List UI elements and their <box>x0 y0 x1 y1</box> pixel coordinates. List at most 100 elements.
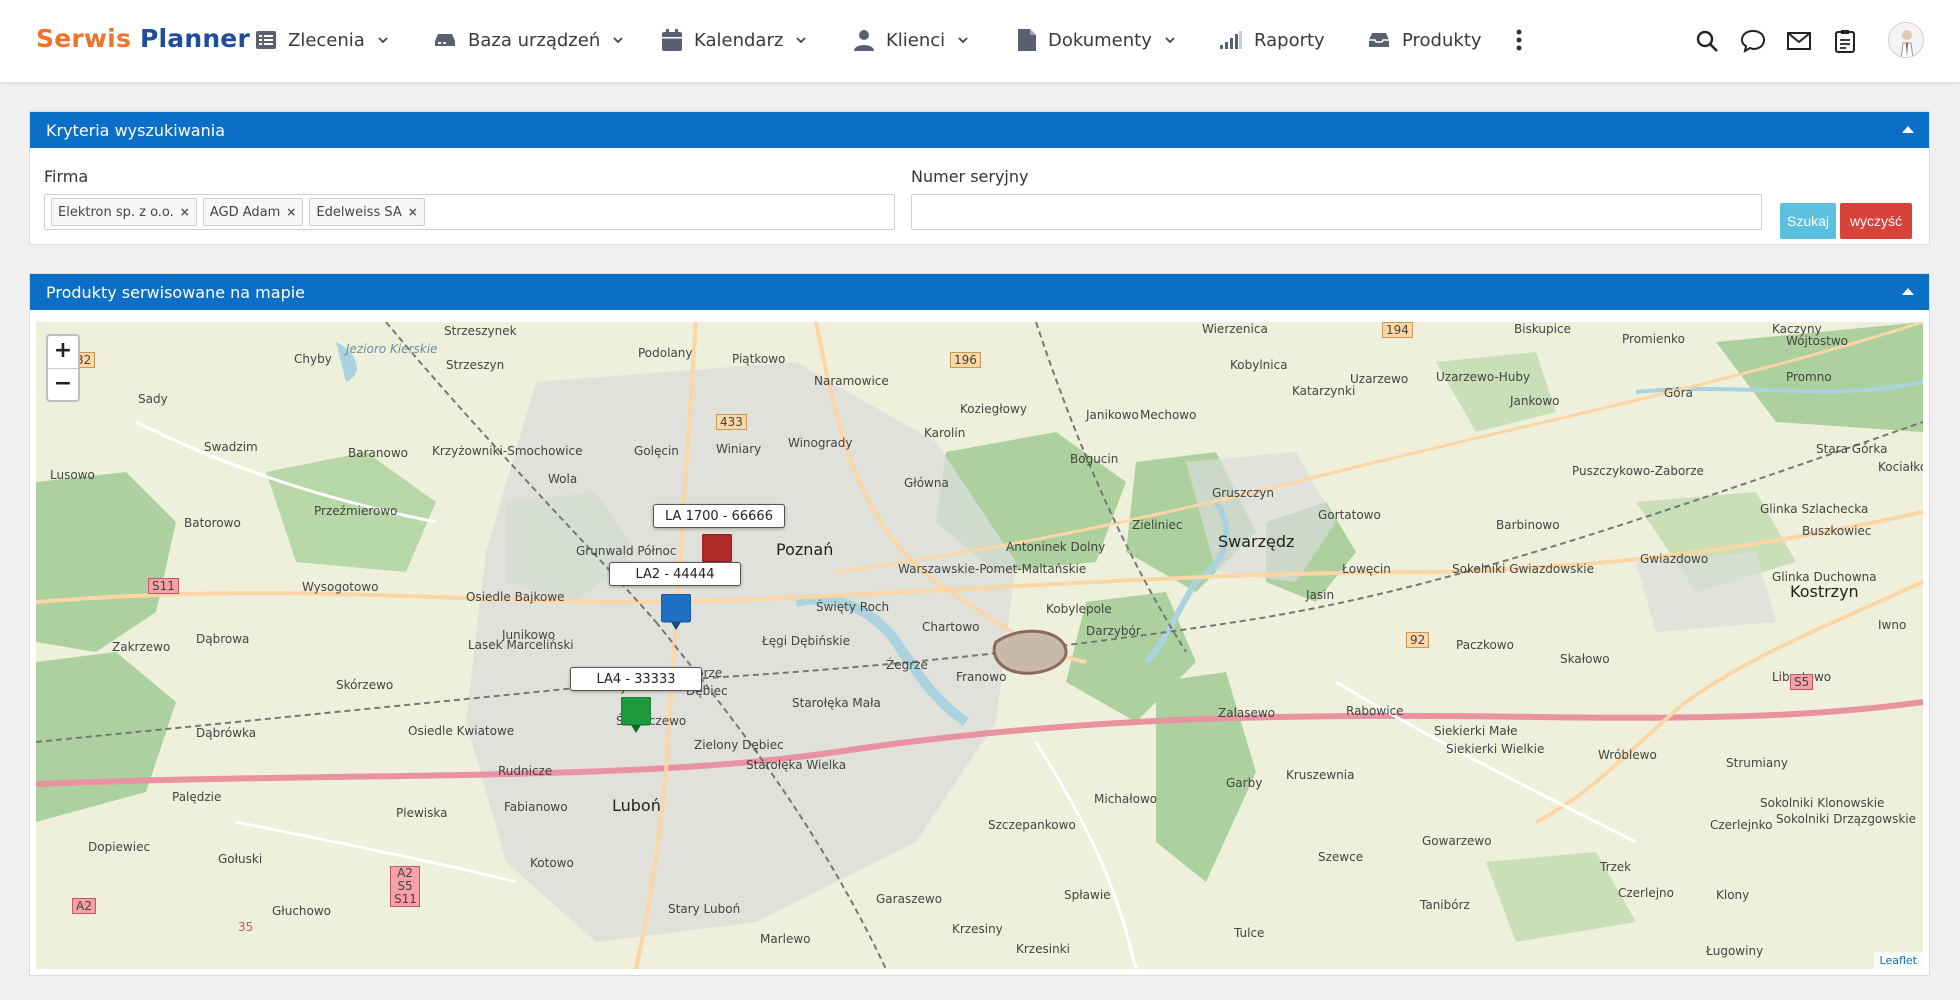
device-icon <box>435 34 455 46</box>
chat-icon[interactable] <box>1740 28 1766 54</box>
place-label: Antoninek Dolny <box>1006 540 1106 554</box>
place-label: Bogucin <box>1070 452 1119 466</box>
place-label: Stary Luboń <box>668 902 741 916</box>
place-label: Kociałkowa Górka <box>1878 460 1923 474</box>
map-view[interactable]: Poznań Swarzędz Kostrzyn Luboń Strzeszyn… <box>36 322 1923 969</box>
place-label: Siekierki Małe <box>1434 724 1518 738</box>
more-menu-button[interactable] <box>1516 22 1522 58</box>
place-label: Michałowo <box>1094 792 1158 806</box>
app-logo[interactable]: Serwis Planner <box>36 24 250 53</box>
nav-item-produkty[interactable]: Produkty <box>1368 22 1482 58</box>
tag-label: AGD Adam <box>209 204 281 220</box>
place-label: Gwiazdowo <box>1640 552 1709 566</box>
place-label: Stara Górka <box>1816 442 1888 456</box>
place-label: Sady <box>138 392 168 406</box>
remove-tag-icon[interactable]: × <box>180 205 190 219</box>
clear-button[interactable]: wyczyść <box>1840 203 1912 239</box>
search-icon[interactable] <box>1694 28 1720 54</box>
place-label: Zalasewo <box>1218 706 1276 720</box>
place-label: Swarzędz <box>1218 532 1295 551</box>
map-tiles <box>36 322 1923 969</box>
place-label: Chartowo <box>922 620 980 634</box>
nav-item-kalendarz[interactable]: Kalendarz <box>662 22 807 58</box>
logo-part-2: Planner <box>139 24 250 53</box>
place-label: Grunwald Północ <box>576 544 677 558</box>
place-label: Paczkowo <box>1456 638 1514 652</box>
place-label: Góra <box>1664 386 1693 400</box>
place-label: Jankowo <box>1510 394 1560 408</box>
map-panel: Produkty serwisowane na mapie Poznań Swa… <box>29 273 1930 976</box>
place-label: Koziegłowy <box>960 402 1027 416</box>
place-label: Mechowo <box>1140 408 1197 422</box>
search-button[interactable]: Szukaj <box>1780 203 1836 239</box>
place-label: Gruszczyn <box>1212 486 1274 500</box>
mail-icon[interactable] <box>1786 28 1812 54</box>
road-shield: A2 S5 S11 <box>390 866 420 907</box>
place-label: Glinka Duchowna <box>1772 570 1877 584</box>
place-label: Promno <box>1786 370 1832 384</box>
zoom-control: + − <box>46 334 80 402</box>
place-label: Spławie <box>1064 888 1111 902</box>
nav-item-klienci[interactable]: Klienci <box>854 22 969 58</box>
nav-item-dokumenty[interactable]: Dokumenty <box>1018 22 1176 58</box>
place-label: Tulce <box>1234 926 1265 940</box>
place-label: Szewce <box>1318 850 1364 864</box>
place-label: Karolin <box>924 426 966 440</box>
nav-item-zlecenia[interactable]: Zlecenia <box>256 22 389 58</box>
chevron-down-icon <box>1165 37 1175 44</box>
place-label: Wola <box>548 472 578 486</box>
place-label: Lasek Marceliński <box>468 638 574 652</box>
map-marker-blue[interactable] <box>661 594 691 630</box>
place-label: Żegrze <box>886 658 928 672</box>
clipboard-icon[interactable] <box>1832 28 1858 54</box>
place-label: Krzyżowniki-Smochowice <box>432 444 583 458</box>
nav-item-baza-urzadzen[interactable]: Baza urządzeń <box>434 22 624 58</box>
company-multiselect[interactable]: Elektron sp. z o.o. × AGD Adam × Edelweiss… <box>44 194 895 230</box>
place-label: Garaszewo <box>876 892 943 906</box>
place-label: Chyby <box>294 352 332 366</box>
place-label: Starołęka Mała <box>792 696 881 710</box>
place-label: Rabowice <box>1346 704 1404 718</box>
remove-tag-icon[interactable]: × <box>286 205 296 219</box>
serial-number-input[interactable] <box>911 194 1762 230</box>
chevron-up-icon[interactable] <box>1901 124 1915 134</box>
place-label: Sokolniki Drzązgowskie <box>1776 812 1917 826</box>
nav-item-label: Baza urządzeń <box>468 29 601 51</box>
chevron-down-icon <box>958 37 968 44</box>
zoom-out-button[interactable]: − <box>48 368 78 400</box>
place-label: Glinka Szlachecka <box>1760 502 1869 516</box>
search-panel-header[interactable]: Kryteria wyszukiwania <box>30 112 1929 148</box>
nav-item-label: Klienci <box>886 29 946 51</box>
nav-item-label: Produkty <box>1402 29 1482 51</box>
company-tag: AGD Adam × <box>202 198 304 226</box>
place-label: Uzarzewo <box>1350 372 1409 386</box>
place-label: Rudnicze <box>498 764 553 778</box>
more-vertical-icon <box>1516 29 1522 51</box>
marker-tooltip: LA 1700 - 66666 <box>653 504 785 528</box>
zoom-in-button[interactable]: + <box>48 336 78 368</box>
place-label: Tanibórz <box>1420 898 1470 912</box>
place-label: Sokolniki Gwiazdowskie <box>1452 562 1594 576</box>
map-marker-green[interactable] <box>621 697 651 733</box>
place-label: Gortatowo <box>1318 508 1381 522</box>
place-label: Ługowiny <box>1706 944 1764 958</box>
panel-title: Produkty serwisowane na mapie <box>46 282 306 302</box>
place-label: Buszkowiec <box>1802 524 1872 538</box>
place-label: Iwno <box>1878 618 1907 632</box>
place-label: Szczepankowo <box>988 818 1076 832</box>
user-icon <box>854 30 874 51</box>
place-label: Puszczykowo-Zaborze <box>1572 464 1704 478</box>
remove-tag-icon[interactable]: × <box>408 205 418 219</box>
map-attribution-link[interactable]: Leaflet <box>1873 952 1923 969</box>
serial-number-label: Numer seryjny <box>911 167 1029 186</box>
place-label: Siekierki Wielkie <box>1446 742 1545 756</box>
place-label: Jezioro Kierskie <box>346 342 438 356</box>
nav-item-raporty[interactable]: Raporty <box>1220 22 1325 58</box>
company-tag: Elektron sp. z o.o. × <box>51 198 197 226</box>
place-label: Fabianowo <box>504 800 568 814</box>
chevron-up-icon[interactable] <box>1901 286 1915 296</box>
map-panel-header[interactable]: Produkty serwisowane na mapie <box>30 274 1929 310</box>
place-label: Winogrady <box>788 436 853 450</box>
nav-item-label: Dokumenty <box>1048 29 1152 51</box>
user-avatar[interactable] <box>1888 22 1924 58</box>
